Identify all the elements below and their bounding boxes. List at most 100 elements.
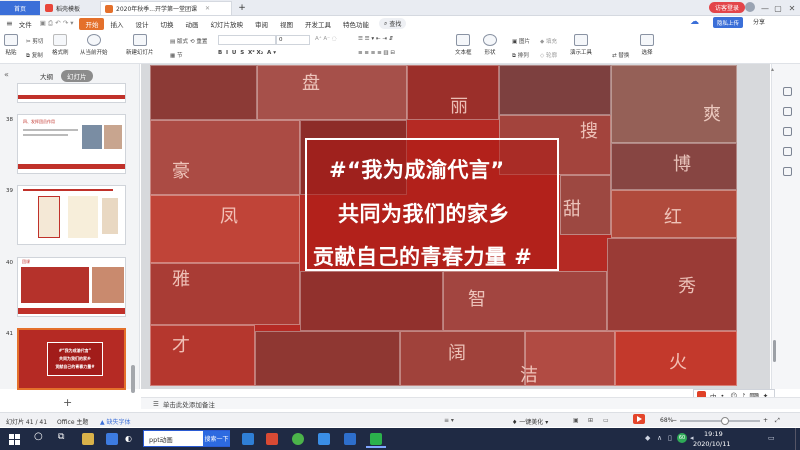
task-view-icon[interactable]: ⧉ xyxy=(58,432,64,442)
quick-access-icons[interactable]: ▣ ⎙ ↶ ↷ ▾ xyxy=(38,19,76,28)
windows-start-icon[interactable] xyxy=(9,434,20,445)
menu-features[interactable]: 特色功能 xyxy=(337,19,375,29)
slogan-text-box[interactable]: #“我为成渝代言” 共同为我们的家乡 贡献自己的青春力量 # xyxy=(305,138,559,271)
font-style-buttons[interactable]: B I U S X² X₂ A ▾ xyxy=(218,50,276,56)
play-from-current-button[interactable]: 从当前开始 xyxy=(80,34,108,56)
view-normal-icon[interactable]: ▣ xyxy=(573,417,579,424)
slide-thumbnail-40[interactable]: 团课 xyxy=(17,257,126,317)
close-window-icon[interactable]: ✕ xyxy=(786,2,798,14)
tab-home[interactable]: 首页 xyxy=(0,1,40,15)
tab-close-icon[interactable]: ✕ xyxy=(205,5,210,12)
add-slide-button[interactable]: + xyxy=(63,396,72,409)
taskbar-search-button[interactable]: 搜索一下 xyxy=(203,431,230,446)
slide-thumbnail-39[interactable] xyxy=(17,185,126,245)
view-sorter-icon[interactable]: ⊞ xyxy=(588,417,593,424)
avatar[interactable] xyxy=(745,2,755,12)
menu-start[interactable]: 开始 xyxy=(79,17,105,30)
search-icon[interactable]: ○ xyxy=(34,431,43,442)
tab-slides[interactable]: 幻灯片 xyxy=(61,70,93,82)
notes-pane[interactable]: ☰ 单击此处添加备注 xyxy=(141,397,800,409)
format-painter-button[interactable]: 格式刷 xyxy=(52,34,69,56)
reset-button[interactable]: ⟲ 重置 xyxy=(190,37,207,45)
font-grow-icons[interactable]: A⁺ A⁻ ◌ xyxy=(315,36,337,42)
panel-scrollbar[interactable] xyxy=(131,365,135,393)
select-button[interactable]: 选择 xyxy=(640,34,654,56)
privacy-upload-button[interactable]: 隐私上传 xyxy=(713,17,743,28)
clock-time[interactable]: 19:19 xyxy=(704,430,723,438)
tab-document[interactable]: 2020年秋季...开学第一堂团课 ✕ xyxy=(100,1,232,15)
cloud-icon[interactable]: ☁ xyxy=(690,17,708,29)
maximize-icon[interactable]: ▢ xyxy=(772,2,784,14)
layout-button[interactable]: ▤ 版式 xyxy=(170,37,188,45)
fill-button[interactable]: ◆ 填充 xyxy=(540,37,557,45)
slide-thumbnail-41[interactable]: #“我为成渝代言” 共同为我们的家乡 贡献自己的青春力量# xyxy=(17,328,126,390)
backup-icon[interactable] xyxy=(783,147,792,156)
comment-icon[interactable] xyxy=(783,167,792,176)
hamburger-icon[interactable]: ≡ xyxy=(6,19,13,28)
text-box-button[interactable]: 文本框 xyxy=(455,34,472,56)
play-slideshow-button[interactable] xyxy=(633,414,645,424)
zoom-slider-handle[interactable] xyxy=(721,417,729,425)
shape-button[interactable]: 形状 xyxy=(483,34,497,56)
outline-button[interactable]: ◇ 轮廓 xyxy=(540,51,557,59)
view-reading-icon[interactable]: ▭ xyxy=(603,417,609,424)
browser-360-icon[interactable] xyxy=(292,433,304,445)
menu-file[interactable]: 文件 xyxy=(13,19,38,29)
menu-view[interactable]: 视图 xyxy=(274,19,299,29)
presentation-tools-button[interactable]: 演示工具 xyxy=(570,34,592,56)
tray-app-icon[interactable]: ◆ xyxy=(645,434,650,442)
zoom-out-icon[interactable]: − xyxy=(672,417,677,424)
app-icon[interactable] xyxy=(344,433,356,445)
animation-pane-icon[interactable] xyxy=(783,107,792,116)
arrange-button[interactable]: ⧉ 排列 xyxy=(512,51,529,60)
property-icon[interactable] xyxy=(783,87,792,96)
align-buttons[interactable]: ≡ ≡ ≡ ≡ ▥ ⊟ xyxy=(358,50,395,56)
font-size-select[interactable]: 0 xyxy=(276,35,310,45)
notes-toggle-icon[interactable]: ≡ ▾ xyxy=(444,417,454,424)
tab-outline[interactable]: 大纲 xyxy=(40,71,53,81)
slide-thumbnail-37[interactable] xyxy=(17,83,126,103)
new-slide-button[interactable]: 新建幻灯片 xyxy=(126,34,154,56)
clock-date[interactable]: 2020/10/11 xyxy=(693,440,730,448)
store-icon[interactable] xyxy=(318,433,330,445)
menu-developer[interactable]: 开发工具 xyxy=(299,19,337,29)
font-name-select[interactable] xyxy=(218,35,276,45)
login-button[interactable]: 访客登录 xyxy=(709,2,745,13)
ie-browser-icon[interactable] xyxy=(106,433,118,445)
share-button[interactable]: 分享 xyxy=(753,17,765,26)
copy-button[interactable]: ⧉ 复制 xyxy=(26,51,43,60)
menu-design[interactable]: 设计 xyxy=(129,19,154,29)
paste-button[interactable]: 粘贴 xyxy=(4,34,18,56)
edge-icon[interactable] xyxy=(242,433,254,445)
zoom-in-icon[interactable]: + xyxy=(763,417,768,424)
picture-button[interactable]: ▣ 图片 xyxy=(512,37,530,45)
menu-insert[interactable]: 插入 xyxy=(104,19,129,29)
collapse-panel-icon[interactable]: « xyxy=(4,70,9,79)
fit-window-icon[interactable]: ⤢ xyxy=(775,417,780,425)
slide-thumbnail-38[interactable]: 四、发挥团员作用 xyxy=(17,114,126,174)
cut-button[interactable]: ✂ 剪切 xyxy=(26,37,43,45)
missing-font-button[interactable]: ▲ 缺失字体 xyxy=(100,417,131,426)
replace-button[interactable]: ⇄ 替换 xyxy=(612,51,629,59)
paragraph-buttons[interactable]: ☰ ☰ ▾ ⇤ ⇥ ⇵ xyxy=(358,36,393,42)
wps-icon[interactable] xyxy=(266,433,278,445)
scroll-up-icon[interactable]: ▴ xyxy=(771,66,774,73)
file-explorer-icon[interactable] xyxy=(82,433,94,445)
tab-template[interactable]: 稻壳模板 xyxy=(41,1,97,15)
menu-transition[interactable]: 切换 xyxy=(154,19,179,29)
minimize-icon[interactable]: — xyxy=(759,2,771,14)
new-tab-button[interactable]: + xyxy=(235,1,249,15)
menu-animation[interactable]: 动画 xyxy=(179,19,204,29)
select-pane-icon[interactable] xyxy=(783,127,792,136)
notification-icon[interactable]: ▭ xyxy=(768,434,775,442)
wechat-icon[interactable] xyxy=(370,433,382,445)
beautify-button[interactable]: ♦ 一键美化 ▾ xyxy=(512,417,548,426)
search-input[interactable]: ⌕ 查找 xyxy=(378,18,407,29)
network-icon[interactable]: ▯ xyxy=(668,434,672,442)
tray-badge[interactable]: 60 xyxy=(677,433,687,443)
zoom-slider[interactable] xyxy=(680,420,760,422)
canvas-scrollbar[interactable] xyxy=(773,340,776,362)
tray-expand-icon[interactable]: ∧ xyxy=(657,434,662,442)
menu-review[interactable]: 审阅 xyxy=(249,19,274,29)
show-desktop-button[interactable] xyxy=(795,428,800,450)
